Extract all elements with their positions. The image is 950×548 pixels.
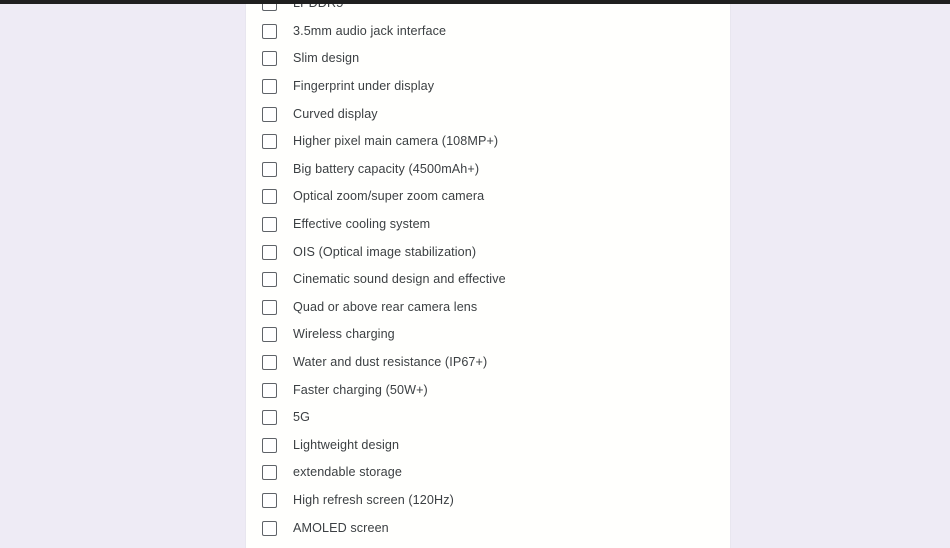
checkbox-input[interactable] bbox=[262, 520, 277, 536]
checkbox-label: Slim design bbox=[293, 51, 360, 66]
checkbox-row[interactable]: Water and dust resistance (IP67+) bbox=[246, 349, 730, 377]
checkbox-row[interactable]: Cinematic sound design and effective bbox=[246, 266, 730, 294]
checkbox-row[interactable]: Wireless charging bbox=[246, 321, 730, 349]
checkbox-label: Big battery capacity (4500mAh+) bbox=[293, 161, 480, 176]
checkbox-input[interactable] bbox=[262, 217, 277, 233]
checkbox-input[interactable] bbox=[262, 299, 277, 315]
checkbox-row[interactable]: LPDDR5 bbox=[246, 4, 730, 18]
checkbox-input[interactable] bbox=[262, 106, 277, 122]
checkbox-row[interactable]: Lightweight design bbox=[246, 432, 730, 460]
checkbox-list: LPDDR5 3.5mm audio jack interface Slim des… bbox=[246, 4, 730, 542]
checkbox-input[interactable] bbox=[262, 382, 277, 398]
checkbox-input[interactable] bbox=[262, 492, 277, 508]
browser-top-bar bbox=[0, 0, 950, 4]
checkbox-input[interactable] bbox=[262, 161, 277, 177]
checkbox-label: Effective cooling system bbox=[293, 217, 431, 232]
checkbox-input[interactable] bbox=[262, 465, 277, 481]
checkbox-row[interactable]: 3.5mm audio jack interface bbox=[246, 18, 730, 46]
checkbox-input[interactable] bbox=[262, 134, 277, 150]
checkbox-label: LPDDR5 bbox=[293, 4, 343, 11]
checkbox-input[interactable] bbox=[262, 272, 277, 288]
checkbox-label: Lightweight design bbox=[293, 437, 400, 452]
checkbox-label: 3.5mm audio jack interface bbox=[293, 23, 447, 38]
checkbox-row[interactable]: Curved display bbox=[246, 100, 730, 128]
checkbox-input[interactable] bbox=[262, 23, 277, 39]
checkbox-input[interactable] bbox=[262, 327, 277, 343]
checkbox-row[interactable]: 5G bbox=[246, 404, 730, 432]
checkbox-label: Quad or above rear camera lens bbox=[293, 299, 478, 314]
checkbox-input[interactable] bbox=[262, 4, 277, 12]
checkbox-label: Fingerprint under display bbox=[293, 79, 435, 94]
checkbox-label: Water and dust resistance (IP67+) bbox=[293, 355, 488, 370]
checkbox-label: Optical zoom/super zoom camera bbox=[293, 189, 485, 204]
checkbox-input[interactable] bbox=[262, 437, 277, 453]
checkbox-row[interactable]: Quad or above rear camera lens bbox=[246, 294, 730, 322]
checkbox-label: Wireless charging bbox=[293, 327, 395, 342]
checkbox-input[interactable] bbox=[262, 51, 277, 67]
checkbox-label: 5G bbox=[293, 410, 310, 425]
checkbox-label: OIS (Optical image stabilization) bbox=[293, 244, 477, 259]
checkbox-row[interactable]: Fingerprint under display bbox=[246, 73, 730, 101]
checkbox-row[interactable]: Slim design bbox=[246, 45, 730, 73]
checkbox-label: Faster charging (50W+) bbox=[293, 382, 428, 397]
feature-checklist-card: LPDDR5 3.5mm audio jack interface Slim des… bbox=[245, 4, 731, 548]
checkbox-label: Cinematic sound design and effective bbox=[293, 272, 506, 287]
checkbox-row[interactable]: Big battery capacity (4500mAh+) bbox=[246, 156, 730, 184]
checkbox-input[interactable] bbox=[262, 189, 277, 205]
checkbox-row[interactable]: extendable storage bbox=[246, 459, 730, 487]
checkbox-row[interactable]: Effective cooling system bbox=[246, 211, 730, 239]
checkbox-input[interactable] bbox=[262, 244, 277, 260]
checkbox-label: Curved display bbox=[293, 106, 378, 121]
checkbox-label: Higher pixel main camera (108MP+) bbox=[293, 134, 499, 149]
checkbox-label: High refresh screen (120Hz) bbox=[293, 492, 454, 507]
checkbox-input[interactable] bbox=[262, 355, 277, 371]
checkbox-row[interactable]: Faster charging (50W+) bbox=[246, 376, 730, 404]
checkbox-row[interactable]: OIS (Optical image stabilization) bbox=[246, 238, 730, 266]
checkbox-row[interactable]: AMOLED screen bbox=[246, 514, 730, 542]
checkbox-row[interactable]: Optical zoom/super zoom camera bbox=[246, 183, 730, 211]
checkbox-input[interactable] bbox=[262, 79, 277, 95]
checkbox-label: extendable storage bbox=[293, 465, 402, 480]
checkbox-row[interactable]: High refresh screen (120Hz) bbox=[246, 487, 730, 515]
checkbox-input[interactable] bbox=[262, 410, 277, 426]
checkbox-label: AMOLED screen bbox=[293, 520, 389, 535]
checkbox-row[interactable]: Higher pixel main camera (108MP+) bbox=[246, 128, 730, 156]
